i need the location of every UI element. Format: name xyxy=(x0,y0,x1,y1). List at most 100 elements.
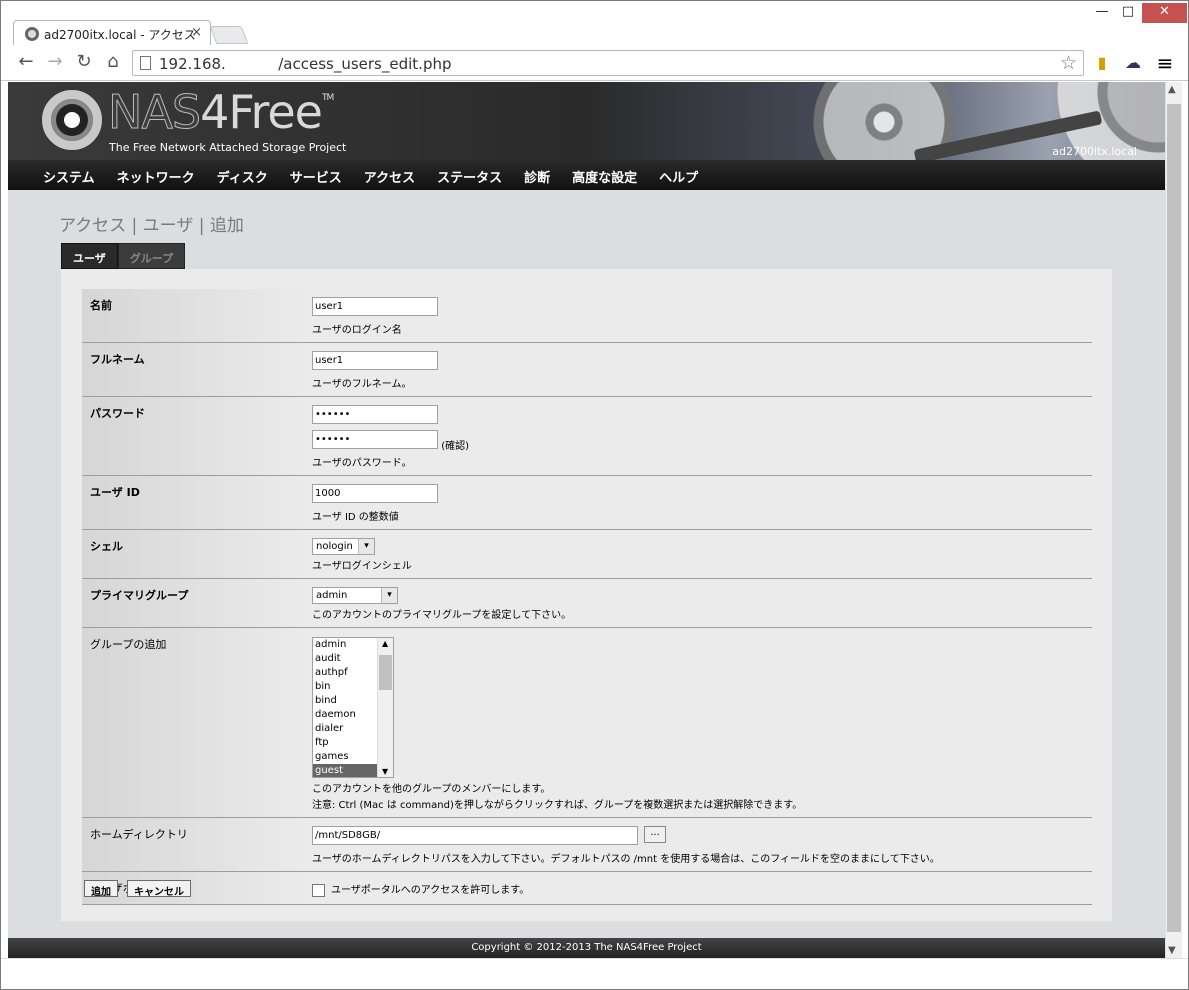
homedir-label: ホームディレクトリ xyxy=(82,817,304,872)
menu-access[interactable]: アクセス xyxy=(353,160,426,186)
group-option[interactable]: games xyxy=(313,750,377,764)
form-row-shell: シェル nologin ▾ ユーザログインシェル xyxy=(82,529,1092,579)
homedir-description: ユーザのホームディレクトリパスを入力して下さい。デフォルトパスの /mnt を使… xyxy=(312,854,940,865)
address-bar[interactable]: 192.168. /access_users_edit.php ☆ xyxy=(132,50,1084,76)
minimize-button[interactable]: — xyxy=(1091,3,1113,23)
forward-icon[interactable]: → xyxy=(44,52,66,74)
shell-description: ユーザログインシェル xyxy=(312,561,412,572)
menu-services[interactable]: サービス xyxy=(279,160,353,186)
add-button[interactable]: 追加 xyxy=(84,880,118,898)
chevron-up-icon[interactable]: ▲ xyxy=(382,639,388,648)
form-panel: 名前 user1 ユーザのログイン名 フルネーム user1 ユーザのフルネーム… xyxy=(61,269,1112,921)
page-scroll-thumb[interactable] xyxy=(1167,104,1181,932)
password-label: パスワード xyxy=(82,396,304,476)
portal-checkbox[interactable] xyxy=(312,883,325,897)
tab-users[interactable]: ユーザ xyxy=(61,243,118,269)
extension-icon[interactable]: ▮ xyxy=(1091,53,1113,75)
password-confirm-input[interactable]: •••••• xyxy=(312,430,438,449)
hostname-label: ad2700itx.local xyxy=(1052,145,1137,158)
name-description: ユーザのログイン名 xyxy=(312,325,402,336)
reload-icon[interactable]: ↻ xyxy=(73,52,95,74)
back-icon[interactable]: ← xyxy=(15,52,37,74)
fullname-input[interactable]: user1 xyxy=(312,351,438,370)
group-option[interactable]: dialer xyxy=(313,722,377,736)
page-scrollbar[interactable]: ▲ ▼ xyxy=(1165,82,1182,958)
tab-title: ad2700itx.local - アクセス xyxy=(44,28,196,42)
nas4free-favicon-icon xyxy=(25,27,39,41)
chevron-down-icon: ▾ xyxy=(358,539,374,554)
form-row-primary-group: プライマリグループ admin ▾ このアカウントのプライマリグループを設定して… xyxy=(82,578,1092,628)
url-text: 192.168. /access_users_edit.php xyxy=(159,55,452,73)
shell-select[interactable]: nologin ▾ xyxy=(312,538,375,555)
chevron-down-icon: ▾ xyxy=(381,588,397,603)
menu-disks[interactable]: ディスク xyxy=(206,160,279,186)
close-window-button[interactable]: ✕ xyxy=(1142,3,1187,23)
menu-network[interactable]: ネットワーク xyxy=(106,160,206,186)
browser-status-area xyxy=(1,958,1188,989)
name-input[interactable]: user1 xyxy=(312,297,438,316)
groups-label: グループの追加 xyxy=(82,627,304,818)
shell-label: シェル xyxy=(82,529,304,579)
form-row-homedir: ホームディレクトリ /mnt/SD8GB/... ユーザのホームディレクトリパス… xyxy=(82,817,1092,872)
browser-tab[interactable]: ad2700itx.local - アクセス × xyxy=(13,20,211,46)
bookmark-star-icon[interactable]: ☆ xyxy=(1060,52,1077,74)
user-form: 名前 user1 ユーザのログイン名 フルネーム user1 ユーザのフルネーム… xyxy=(82,289,1092,905)
hard-disk-image xyxy=(788,82,1028,160)
primary-group-select[interactable]: admin ▾ xyxy=(312,587,398,604)
group-option-selected[interactable]: guest xyxy=(313,764,377,777)
page-title: アクセス | ユーザ | 追加 xyxy=(59,216,244,236)
menu-diagnostics[interactable]: 診断 xyxy=(513,160,561,186)
group-option[interactable]: audit xyxy=(313,652,377,666)
chevron-down-icon[interactable]: ▼ xyxy=(382,767,388,776)
group-option[interactable]: daemon xyxy=(313,708,377,722)
password-input[interactable]: •••••• xyxy=(312,405,438,424)
new-tab-button[interactable] xyxy=(209,26,249,44)
brand-tagline: The Free Network Attached Storage Projec… xyxy=(109,141,347,154)
group-option[interactable]: bin xyxy=(313,680,377,694)
password-description: ユーザのパスワード。 xyxy=(312,458,412,469)
page-viewport: NAS4FreeTM The Free Network Attached Sto… xyxy=(8,82,1165,958)
cancel-button[interactable]: キャンセル xyxy=(127,880,191,898)
uid-label: ユーザ ID xyxy=(82,475,304,530)
menu-advanced[interactable]: 高度な設定 xyxy=(561,160,648,186)
menu-help[interactable]: ヘルプ xyxy=(648,160,709,186)
group-option[interactable]: admin xyxy=(313,638,377,652)
form-row-groups: グループの追加 admin audit authpf bin bind daem… xyxy=(82,627,1092,818)
chevron-down-icon[interactable]: ▼ xyxy=(1168,945,1176,956)
main-menu: システム ネットワーク ディスク サービス アクセス ステータス 診断 高度な設… xyxy=(8,160,1165,190)
group-option[interactable]: authpf xyxy=(313,666,377,680)
tab-groups[interactable]: グループ xyxy=(117,243,186,269)
browse-button[interactable]: ... xyxy=(644,826,666,843)
listbox-scroll-thumb[interactable] xyxy=(379,655,392,690)
menu-status[interactable]: ステータス xyxy=(426,160,513,186)
browser-window: ad2700itx.local - アクセス × — □ ✕ ← → ↻ ⌂ 1… xyxy=(0,0,1189,990)
page-icon xyxy=(140,56,151,70)
fullname-description: ユーザのフルネーム。 xyxy=(312,379,412,390)
header-banner: NAS4FreeTM The Free Network Attached Sto… xyxy=(8,82,1165,160)
group-option[interactable]: ftp xyxy=(313,736,377,750)
menu-system[interactable]: システム xyxy=(32,160,106,186)
form-row-fullname: フルネーム user1 ユーザのフルネーム。 xyxy=(82,342,1092,397)
chevron-up-icon[interactable]: ▲ xyxy=(1168,84,1176,95)
homedir-input[interactable]: /mnt/SD8GB/ xyxy=(312,826,638,845)
groups-listbox[interactable]: admin audit authpf bin bind daemon diale… xyxy=(312,637,394,778)
uid-input[interactable]: 1000 xyxy=(312,484,438,503)
listbox-scrollbar[interactable]: ▲ ▼ xyxy=(377,638,393,777)
password-confirm-label: (確認) xyxy=(441,441,469,452)
form-buttons: 追加 キャンセル xyxy=(84,880,191,898)
title-bar: ad2700itx.local - アクセス × — □ ✕ xyxy=(1,1,1188,46)
primary-group-description: このアカウントのプライマリグループを設定して下さい。 xyxy=(312,610,572,621)
home-icon[interactable]: ⌂ xyxy=(102,52,124,74)
primary-group-select-value: admin xyxy=(316,590,348,601)
shell-select-value: nologin xyxy=(316,541,353,552)
maximize-button[interactable]: □ xyxy=(1117,3,1139,23)
group-option[interactable]: bind xyxy=(313,694,377,708)
form-row-password: パスワード •••••• •••••• (確認) ユーザのパスワード。 xyxy=(82,396,1092,476)
cloud-icon[interactable]: ☁ xyxy=(1122,53,1144,75)
chrome-menu-icon[interactable]: ≡ xyxy=(1154,53,1176,75)
tab-close-icon[interactable]: × xyxy=(191,25,202,40)
uid-description: ユーザ ID の整数値 xyxy=(312,512,399,523)
name-label: 名前 xyxy=(82,289,304,343)
form-row-uid: ユーザ ID 1000 ユーザ ID の整数値 xyxy=(82,475,1092,530)
portal-checkbox-label: ユーザポータルへのアクセスを許可します。 xyxy=(331,885,530,896)
